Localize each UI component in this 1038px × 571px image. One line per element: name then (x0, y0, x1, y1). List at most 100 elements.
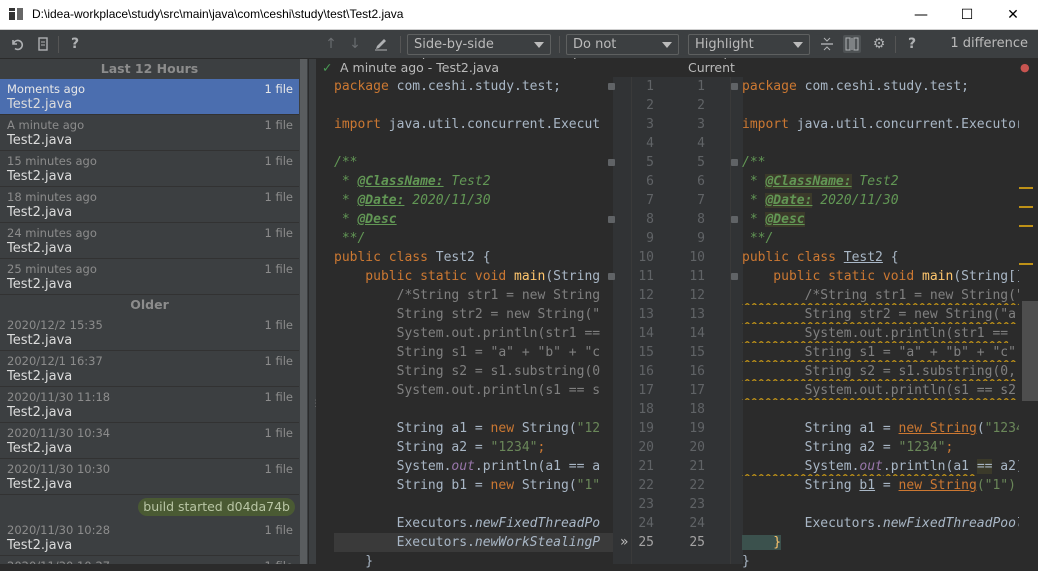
left-line-number: 4 (646, 136, 654, 151)
right-line-number: 3 (697, 117, 705, 132)
right-line-number: 4 (697, 136, 705, 151)
history-entry-filename: Test2.java (7, 477, 73, 492)
left-line-number: 10 (638, 250, 654, 265)
fold-marker-icon[interactable] (731, 159, 738, 166)
history-entry-file-count: 1 file (264, 462, 294, 476)
history-entry-filename: Test2.java (7, 169, 73, 184)
label-badge[interactable]: build started d04da74b (138, 498, 295, 516)
fold-marker-icon[interactable] (608, 216, 615, 223)
history-entry[interactable]: 2020/11/30 10:28 1 file Test2.java (0, 520, 299, 556)
history-entry[interactable]: A minute ago 1 file Test2.java (0, 115, 299, 151)
right-line-number: 13 (689, 307, 705, 322)
fold-marker-icon[interactable] (731, 273, 738, 280)
collapse-unchanged-icon[interactable] (818, 35, 836, 53)
history-entry-date: 15 minutes ago (7, 154, 97, 168)
left-line-number: 22 (638, 478, 654, 493)
fold-marker-icon[interactable] (731, 83, 738, 90)
fold-marker-icon[interactable] (608, 273, 615, 280)
warning-marker[interactable] (1019, 206, 1033, 208)
history-entry-file-count: 1 file (264, 226, 294, 240)
fold-marker-icon[interactable] (608, 83, 615, 90)
left-line-number: 9 (646, 231, 654, 246)
highlight-dropdown[interactable]: Highlight words (688, 34, 810, 72)
left-line-number: 23 (638, 497, 654, 512)
viewer-dropdown[interactable]: Side-by-side viewer (407, 34, 551, 72)
history-entry-date: 25 minutes ago (7, 262, 97, 276)
ignore-dropdown[interactable]: Do not ignore (566, 34, 679, 72)
right-line-number: 14 (689, 326, 705, 341)
history-entry-filename: Test2.java (7, 441, 73, 456)
history-entry-file-count: 1 file (264, 190, 294, 204)
left-line-number: 18 (638, 402, 654, 417)
history-entry[interactable]: 18 minutes ago 1 file Test2.java (0, 187, 299, 223)
toolbar-separator (895, 36, 896, 53)
history-scrollbar[interactable] (299, 59, 308, 564)
error-stripe[interactable] (1019, 59, 1038, 564)
right-line-number: 20 (689, 440, 705, 455)
scrollbar-thumb[interactable] (300, 59, 307, 564)
left-line-number: 25 (638, 535, 654, 550)
editor-scrollbar-thumb[interactable] (1022, 301, 1038, 401)
warning-marker[interactable] (1019, 225, 1033, 227)
history-entry[interactable]: 2020/11/30 10:271 fileTest2.java (0, 556, 299, 564)
apply-change-icon[interactable]: » (620, 533, 629, 552)
close-button[interactable]: ✕ (990, 0, 1036, 30)
sync-scroll-icon[interactable] (843, 35, 861, 53)
history-entry-date: 2020/11/30 10:27 (7, 559, 110, 564)
warning-marker[interactable] (1019, 263, 1033, 265)
help-icon[interactable]: ? (903, 35, 921, 53)
right-line-number: 7 (697, 193, 705, 208)
history-entry-date: 2020/11/30 11:18 (7, 390, 111, 404)
section-header-older: Older (130, 297, 169, 312)
history-entry[interactable]: 24 minutes ago 1 file Test2.java (0, 223, 299, 259)
history-entry[interactable]: 2020/12/1 16:37 1 file Test2.java (0, 351, 299, 387)
fold-marker-icon[interactable] (731, 216, 738, 223)
history-entry-file-count: 1 file (264, 426, 294, 440)
revert-icon[interactable] (8, 35, 26, 53)
history-entry-filename: Test2.java (7, 241, 73, 256)
history-entry-date: 18 minutes ago (7, 190, 97, 204)
diff-toolbar: ? ↑ ↓ Side-by-side viewer Do not ignore … (0, 30, 1038, 72)
minimize-icon: — (914, 7, 928, 23)
history-entry-file-count: 1 file (264, 262, 294, 276)
history-entry[interactable]: 15 minutes ago 1 file Test2.java (0, 151, 299, 187)
history-entry-file-count: 1 file (264, 154, 294, 168)
maximize-button[interactable]: ☐ (944, 0, 990, 30)
history-entry[interactable]: 2020/11/30 11:18 1 file Test2.java (0, 387, 299, 423)
close-icon: ✕ (1007, 7, 1019, 23)
left-line-number: 8 (646, 212, 654, 227)
left-line-number: 13 (638, 307, 654, 322)
warning-marker[interactable] (1019, 187, 1033, 189)
edit-source-icon[interactable] (372, 35, 390, 53)
minimize-button[interactable]: — (898, 0, 944, 30)
previous-difference-icon[interactable]: ↑ (322, 35, 340, 53)
chevron-down-icon (534, 42, 544, 48)
fold-marker-icon[interactable] (608, 159, 615, 166)
history-entry-date: 2020/11/30 10:28 (7, 523, 111, 537)
chevron-down-icon (662, 42, 672, 48)
help-icon[interactable]: ? (66, 35, 84, 53)
history-entry[interactable]: Moments ago 1 file Test2.java (0, 79, 299, 115)
next-difference-icon[interactable]: ↓ (346, 35, 364, 53)
history-entry[interactable]: 2020/11/30 10:30 1 file Test2.java (0, 459, 299, 495)
right-line-number: 17 (689, 383, 705, 398)
right-line-number: 10 (689, 250, 705, 265)
patch-icon[interactable] (34, 35, 52, 53)
history-entry-date: 2020/12/1 16:37 (7, 354, 103, 368)
left-fold-gutter (613, 77, 631, 564)
right-line-number: 1 (697, 79, 705, 94)
left-line-number: 17 (638, 383, 654, 398)
left-line-number: 1 (646, 79, 654, 94)
history-entry[interactable]: 25 minutes ago 1 file Test2.java (0, 259, 299, 295)
history-entry[interactable]: 2020/12/2 15:35 1 file Test2.java (0, 315, 299, 351)
history-entry-date: A minute ago (7, 118, 85, 132)
toolbar-separator (400, 36, 401, 53)
left-line-number: 24 (638, 516, 654, 531)
history-entry-filename: Test2.java (7, 538, 73, 553)
diff-editor: ✓ A minute ago - Test2.java Current ● pa… (316, 59, 1038, 569)
right-line-number: 19 (689, 421, 705, 436)
history-entry[interactable]: 2020/11/30 10:34 1 file Test2.java (0, 423, 299, 459)
gear-icon[interactable]: ⚙ (870, 35, 888, 53)
history-entry-file-count: 1 file (264, 354, 294, 368)
left-line-number: 15 (638, 345, 654, 360)
